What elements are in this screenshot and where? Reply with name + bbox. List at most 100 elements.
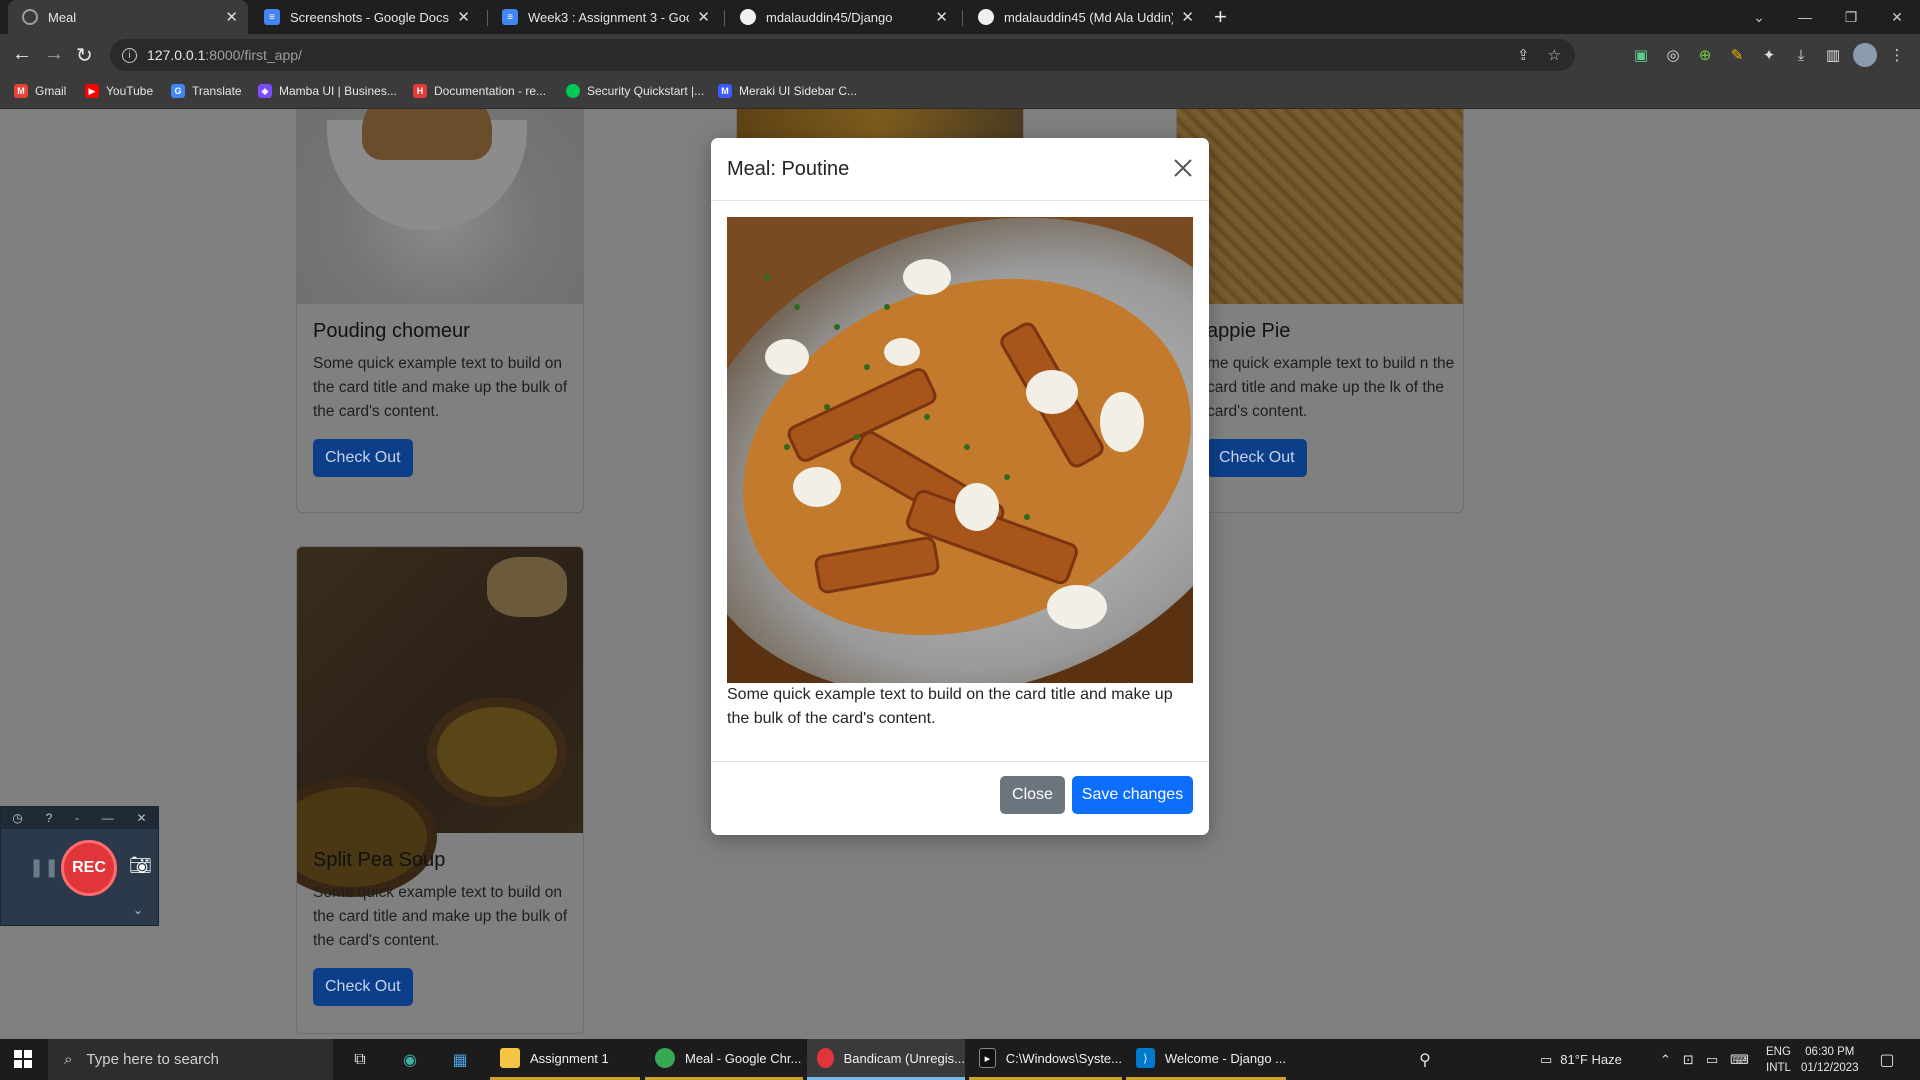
menu-kebab-icon[interactable]: ⋮ xyxy=(1885,43,1909,67)
forward-icon[interactable]: → xyxy=(44,43,64,66)
tab-separator xyxy=(962,10,963,26)
close-tab-icon[interactable]: ✕ xyxy=(225,8,238,26)
bookmark-label: Mamba UI | Busines... xyxy=(279,84,397,98)
extension-plus-icon[interactable]: ⊕ xyxy=(1693,43,1717,67)
bookmark-translate[interactable]: G Translate xyxy=(171,84,242,98)
new-tab-icon[interactable]: + xyxy=(1214,4,1227,30)
docs-icon: ≡ xyxy=(264,9,280,25)
window-controls: ⌄ — ❐ ✕ xyxy=(1736,0,1920,34)
task-view-icon[interactable]: ⧉ xyxy=(347,1047,373,1073)
search-placeholder: Type here to search xyxy=(86,1051,219,1068)
tab-week3-assignment[interactable]: ≡ Week3 : Assignment 3 - Google ✕ xyxy=(488,0,720,34)
search-icon: ⌕ xyxy=(64,1051,73,1068)
check-out-button[interactable]: Check Out xyxy=(313,439,413,477)
close-tab-icon[interactable]: ✕ xyxy=(1181,8,1194,26)
chrome-icon xyxy=(655,1048,675,1068)
tab-strip: Meal ✕ ≡ Screenshots - Google Docs ✕ ≡ W… xyxy=(0,0,1920,34)
check-out-button[interactable]: Check Out xyxy=(1207,439,1307,477)
tab-github-django[interactable]: mdalauddin45/Django ✕ xyxy=(726,0,958,34)
terminal-icon: ▸ xyxy=(979,1048,996,1068)
record-button[interactable]: REC xyxy=(61,840,117,896)
taskbar-app-chrome[interactable]: Meal - Google Chr... xyxy=(645,1039,803,1080)
bookmark-security-quickstart[interactable]: Security Quickstart |... xyxy=(566,84,704,98)
weather-widget[interactable]: ▭ 81°F Haze xyxy=(1540,1039,1622,1080)
restore-icon[interactable]: ❐ xyxy=(1828,9,1874,26)
clock-icon[interactable]: ◷ xyxy=(12,811,22,825)
extension-pen-icon[interactable]: ✎ xyxy=(1725,43,1749,67)
site-info-icon[interactable]: i xyxy=(122,47,137,63)
help-icon[interactable]: ? xyxy=(46,811,53,825)
minimize-icon[interactable]: — xyxy=(102,811,114,825)
bookmark-label: Security Quickstart |... xyxy=(587,84,705,98)
extensions-puzzle-icon[interactable]: ✦ xyxy=(1757,43,1781,67)
close-tab-icon[interactable]: ✕ xyxy=(935,8,948,26)
tab-screenshots-docs[interactable]: ≡ Screenshots - Google Docs ✕ xyxy=(250,0,480,34)
save-changes-button[interactable]: Save changes xyxy=(1072,776,1193,814)
bookmark-label: Gmail xyxy=(35,84,67,98)
download-icon[interactable]: ⤓ xyxy=(1789,43,1813,67)
folder-icon xyxy=(500,1048,520,1068)
close-icon[interactable] xyxy=(1171,156,1195,180)
windows-start-icon[interactable] xyxy=(14,1050,32,1068)
notifications-icon[interactable]: ▢ xyxy=(1874,1047,1900,1073)
keyboard-icon[interactable]: ⌨ xyxy=(1730,1052,1749,1068)
side-panel-icon[interactable]: ▥ xyxy=(1821,43,1845,67)
bookmark-meraki-ui[interactable]: M Meraki UI Sidebar C... xyxy=(718,84,857,98)
taskbar-app-explorer[interactable]: Assignment 1 xyxy=(490,1039,640,1080)
system-clock[interactable]: 06:30 PM 01/12/2023 xyxy=(1801,1044,1859,1076)
reload-icon[interactable]: ↻ xyxy=(76,43,93,68)
close-button[interactable]: Close xyxy=(1000,776,1065,814)
extension-target-icon[interactable]: ◎ xyxy=(1661,43,1685,67)
meal-card: appie Pie me quick example text to build… xyxy=(1176,109,1464,513)
bookmark-youtube[interactable]: ▶ YouTube xyxy=(85,84,153,98)
dash-icon[interactable]: - xyxy=(75,811,79,825)
github-icon xyxy=(740,9,756,25)
url-path: :8000/first_app/ xyxy=(205,47,302,63)
close-tab-icon[interactable]: ✕ xyxy=(697,8,710,26)
translate-icon: G xyxy=(171,84,185,98)
close-icon[interactable]: ✕ xyxy=(137,811,147,825)
close-tab-icon[interactable]: ✕ xyxy=(457,8,470,26)
bookmark-documentation[interactable]: H Documentation - re... xyxy=(413,84,546,98)
tab-title: Screenshots - Google Docs xyxy=(290,9,449,25)
chevron-down-icon[interactable]: ⌄ xyxy=(133,903,143,917)
taskbar-app-bandicam[interactable]: Bandicam (Unregis... xyxy=(807,1039,965,1080)
taskbar-search[interactable]: ⌕ Type here to search xyxy=(48,1039,333,1080)
profile-avatar-icon[interactable] xyxy=(1853,43,1877,67)
tab-search-icon[interactable]: ⌄ xyxy=(1736,9,1782,26)
edge-icon[interactable]: ◉ xyxy=(397,1047,423,1073)
clock-date: 01/12/2023 xyxy=(1801,1062,1859,1074)
tray-app-icon[interactable]: ⊡ xyxy=(1683,1052,1694,1068)
youtube-icon: ▶ xyxy=(85,84,99,98)
back-icon[interactable]: ← xyxy=(12,43,32,66)
card-text: me quick example text to build n the car… xyxy=(1207,355,1455,420)
bowl-shape xyxy=(297,777,437,897)
bandicam-icon xyxy=(817,1048,834,1068)
system-tray: ⌃ ⊡ ▭ ⌨ xyxy=(1660,1039,1749,1080)
network-icon[interactable]: ▭ xyxy=(1706,1052,1718,1068)
tray-chevron-up-icon[interactable]: ⌃ xyxy=(1660,1052,1671,1068)
bookmark-gmail[interactable]: M Gmail xyxy=(14,84,66,98)
bookmark-mamba-ui[interactable]: ◆ Mamba UI | Busines... xyxy=(258,84,397,98)
address-bar[interactable]: i 127.0.0.1:8000/first_app/ ⇪ ☆ xyxy=(110,39,1575,71)
check-out-button[interactable]: Check Out xyxy=(313,968,413,1006)
store-icon[interactable]: ▦ xyxy=(447,1047,473,1073)
language-indicator[interactable]: ENG INTL xyxy=(1766,1044,1791,1076)
camera-icon[interactable]: 📷︎ xyxy=(129,855,152,876)
pause-icon[interactable]: ❚❚ xyxy=(29,857,59,878)
share-icon[interactable]: ⇪ xyxy=(1517,46,1530,64)
taskbar-app-terminal[interactable]: ▸ C:\Windows\Syste... xyxy=(969,1039,1122,1080)
taskbar-app-vscode[interactable]: ⟩ Welcome - Django ... xyxy=(1126,1039,1286,1080)
tab-github-profile[interactable]: mdalauddin45 (Md Ala Uddin) ✕ xyxy=(964,0,1204,34)
tab-meal[interactable]: Meal ✕ xyxy=(8,0,248,34)
bookmark-star-icon[interactable]: ☆ xyxy=(1548,46,1561,64)
leaf-icon xyxy=(566,84,580,98)
url-host: 127.0.0.1 xyxy=(147,47,206,63)
close-window-icon[interactable]: ✕ xyxy=(1874,9,1920,26)
meraki-icon: M xyxy=(718,84,732,98)
biscuit-shape xyxy=(487,557,567,617)
bandicam-titlebar: ◷ ? - — ✕ xyxy=(1,807,158,829)
people-icon[interactable]: ⚲ xyxy=(1412,1047,1438,1073)
minimize-icon[interactable]: — xyxy=(1782,9,1828,25)
extension-green-icon[interactable]: ▣ xyxy=(1629,43,1653,67)
